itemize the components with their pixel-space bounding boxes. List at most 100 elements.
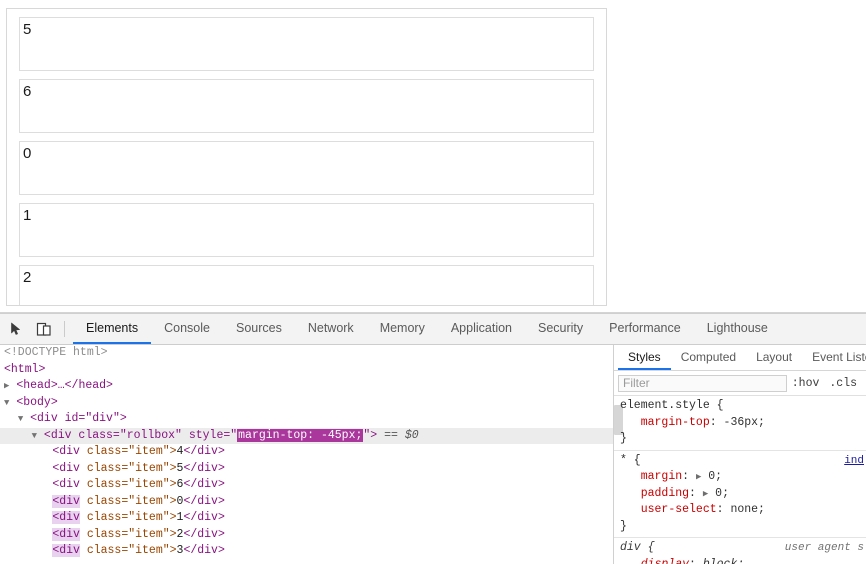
rule-close-text: }: [620, 432, 627, 445]
css-property-value[interactable]: none;: [730, 503, 765, 516]
css-property-value[interactable]: -36px;: [724, 416, 765, 429]
rule-selector-line[interactable]: * {: [620, 453, 866, 470]
devtools-tab-sources[interactable]: Sources: [223, 314, 295, 344]
item-class-attribute: class="item">: [79, 494, 177, 508]
devtools-panel: Elements Console Sources Network Memory Appli…: [0, 313, 866, 564]
rule-close-text: }: [620, 519, 627, 533]
collapse-arrow-icon[interactable]: ▼: [4, 398, 9, 408]
styles-tab-computed[interactable]: Computed: [671, 345, 746, 370]
dom-row-doctype[interactable]: <!DOCTYPE html>: [0, 345, 613, 362]
styles-filter-input[interactable]: [618, 374, 787, 392]
page-viewport: 5 6 0 1 2: [0, 0, 866, 313]
dom-row-item[interactable]: <div class="item">1</div>: [0, 510, 613, 527]
item-tag-close: </div>: [183, 527, 225, 541]
rollbox-item: 0: [19, 141, 594, 195]
collapse-arrow-icon[interactable]: ▼: [32, 431, 37, 441]
css-declaration[interactable]: user-select: none;: [620, 502, 866, 519]
rule-close-brace: }: [620, 431, 866, 448]
style-rule: user agent s div { display: block;: [614, 538, 866, 564]
styles-tab-list: StylesComputedLayoutEvent Listeners: [614, 345, 866, 371]
style-rule: ind * { margin: ▶ 0; padding: ▶ 0; user-s…: [614, 451, 866, 538]
dom-row-item[interactable]: <div class="item">4</div>: [0, 444, 613, 461]
dom-row-html[interactable]: <html>: [0, 362, 613, 379]
styles-tab-styles[interactable]: Styles: [618, 345, 671, 370]
device-toolbar-glyph: [36, 322, 51, 336]
item-tag-open: <div: [52, 461, 80, 475]
dom-row-item[interactable]: <div class="item">2</div>: [0, 527, 613, 544]
devtools-tab-security[interactable]: Security: [525, 314, 596, 344]
styles-pane: StylesComputedLayoutEvent Listeners :hov…: [614, 345, 866, 564]
css-property-name[interactable]: margin-top: [641, 416, 710, 429]
rule-selector-line[interactable]: element.style {: [620, 398, 866, 415]
rule-selector-text: div {: [620, 541, 655, 554]
css-declaration[interactable]: margin: ▶ 0;: [620, 469, 866, 486]
devtools-tab-performance[interactable]: Performance: [596, 314, 694, 344]
rollbox-item: 5: [19, 17, 594, 71]
item-tag-open: <div: [52, 527, 80, 541]
rule-selector-text: element.style {: [620, 399, 724, 412]
css-property-name[interactable]: display: [641, 558, 689, 564]
styles-tab-layout[interactable]: Layout: [746, 345, 802, 370]
devtools-tab-lighthouse[interactable]: Lighthouse: [694, 314, 781, 344]
style-attribute-editor[interactable]: margin-top: -45px;: [237, 428, 364, 442]
css-property-name[interactable]: margin: [641, 470, 682, 483]
item-tag-close: </div>: [183, 461, 225, 475]
rule-close-brace: }: [620, 519, 866, 536]
dom-row-head[interactable]: ▶ <head>…</head>: [0, 378, 613, 395]
dom-row-item[interactable]: <div class="item">0</div>: [0, 494, 613, 511]
item-tag-close: </div>: [183, 494, 225, 508]
devtools-tab-elements[interactable]: Elements: [73, 314, 152, 344]
body-tag-text: <body>: [16, 395, 58, 409]
hov-toggle-button[interactable]: :hov: [787, 377, 825, 390]
css-property-name[interactable]: padding: [641, 487, 689, 500]
css-property-name[interactable]: user-select: [641, 503, 717, 516]
css-property-value[interactable]: 0;: [715, 487, 729, 500]
item-class-attribute: class="item">: [79, 544, 177, 557]
stylesheet-source-link[interactable]: ind: [844, 453, 864, 470]
doctype-text: <!DOCTYPE html>: [4, 346, 108, 359]
dom-row-div-id[interactable]: ▼ <div id="div">: [0, 411, 613, 428]
item-class-attribute: class="item">: [79, 527, 177, 541]
dom-row-item[interactable]: <div class="item">5</div>: [0, 461, 613, 478]
rollbox-tag-prefix: <div class="rollbox" style=": [43, 428, 238, 442]
device-toolbar-icon[interactable]: [30, 314, 58, 344]
selected-node-marker: == $0: [384, 428, 419, 442]
item-class-attribute: class="item">: [79, 461, 177, 475]
css-declaration[interactable]: margin-top: -36px;: [620, 415, 866, 432]
rollbox-tag-suffix: ">: [363, 428, 378, 442]
dom-row-rollbox-selected[interactable]: ▼ <div class="rollbox" style="margin-top…: [0, 427, 613, 444]
rollbox: 5 6 0 1 2: [7, 9, 606, 305]
dom-tree-pane[interactable]: <!DOCTYPE html> <html> ▶ <head>…</head> …: [0, 345, 614, 564]
rule-selector-text: * {: [620, 453, 641, 467]
toolbar-divider: [64, 321, 65, 337]
inspect-cursor-icon[interactable]: [2, 314, 30, 344]
devtools-tab-application[interactable]: Application: [438, 314, 525, 344]
item-class-attribute: class="item">: [79, 478, 177, 491]
collapse-arrow-icon[interactable]: ▼: [18, 414, 23, 424]
css-declaration[interactable]: padding: ▶ 0;: [620, 486, 866, 503]
rollbox-container: 5 6 0 1 2: [6, 8, 607, 306]
item-tag-open: <div: [52, 511, 80, 524]
devtools-tab-console[interactable]: Console: [151, 314, 223, 344]
css-property-value[interactable]: 0;: [708, 470, 722, 483]
expand-shorthand-icon[interactable]: ▶: [703, 489, 708, 499]
rollbox-item: 1: [19, 203, 594, 257]
css-property-value[interactable]: block;: [703, 558, 744, 564]
expand-arrow-icon[interactable]: ▶: [4, 381, 9, 391]
devtools-toolbar: Elements Console Sources Network Memory Appli…: [0, 314, 866, 345]
dom-row-item[interactable]: <div class="item">6</div>: [0, 477, 613, 494]
item-tag-close: </div>: [183, 478, 225, 491]
cls-toggle-button[interactable]: .cls: [824, 377, 862, 390]
head-tag-text: <head>…</head>: [16, 379, 113, 392]
devtools-tab-network[interactable]: Network: [295, 314, 367, 344]
div-id-tag-text: <div id="div">: [30, 412, 127, 425]
item-tag-open: <div: [52, 445, 80, 458]
styles-tab-event-listeners[interactable]: Event Listeners: [802, 345, 866, 370]
css-declaration[interactable]: display: block;: [620, 557, 866, 564]
dom-row-item[interactable]: <div class="item">3</div>: [0, 543, 613, 560]
devtools-tab-memory[interactable]: Memory: [367, 314, 438, 344]
item-class-attribute: class="item">: [79, 445, 177, 458]
dom-row-body[interactable]: ▼ <body>: [0, 395, 613, 412]
expand-shorthand-icon[interactable]: ▶: [696, 472, 701, 482]
item-class-attribute: class="item">: [79, 511, 177, 524]
